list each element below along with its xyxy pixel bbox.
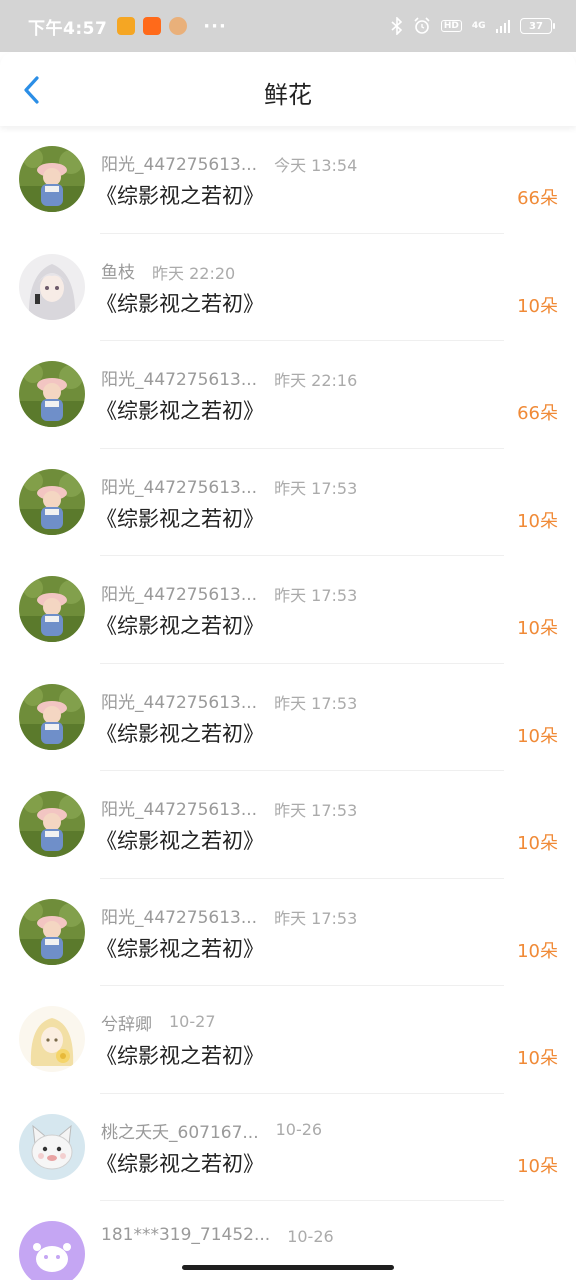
timestamp: 昨天 17:53 — [274, 586, 358, 605]
avatar[interactable] — [19, 1221, 85, 1280]
list-item[interactable]: 阳光_447275613... 昨天 17:53 《综影视之若初》 10朵 — [0, 664, 576, 771]
flower-count: 66朵 — [517, 403, 558, 424]
avatar[interactable] — [19, 468, 85, 535]
notification-app-icon — [117, 17, 136, 35]
network-type: 4G — [471, 20, 486, 31]
battery-icon: 37 — [520, 18, 555, 34]
flower-record-list: 阳光_447275613... 今天 13:54 《综影视之若初》 66朵 鱼枝 昨天 2… — [0, 126, 576, 1280]
list-item[interactable]: 阳光_447275613... 昨天 17:53 《综影视之若初》 10朵 — [0, 556, 576, 664]
book-title: 《综影视之若初》 — [96, 936, 264, 961]
more-notifications-icon: ··· — [203, 15, 227, 37]
timestamp: 10-27 — [169, 1012, 216, 1031]
user-name[interactable]: 阳光_447275613... — [101, 473, 257, 498]
user-name[interactable]: 阳光_447275613... — [101, 903, 257, 928]
status-time: 下午4:57 — [28, 18, 108, 39]
list-item[interactable]: 阳光_447275613... 昨天 17:53 《综影视之若初》 10朵 — [0, 771, 576, 879]
timestamp: 昨天 22:16 — [274, 371, 358, 390]
book-title: 《综影视之若初》 — [96, 1044, 264, 1068]
flower-count: 10朵 — [517, 1155, 558, 1177]
list-item[interactable]: 阳光_447275613... 昨天 22:16 《综影视之若初》 66朵 — [0, 341, 576, 449]
user-name[interactable]: 阳光_447275613... — [101, 580, 257, 605]
book-title: 《综影视之若初》 — [96, 829, 264, 853]
timestamp: 昨天 17:53 — [274, 908, 358, 928]
user-name[interactable]: 兮辞卿 — [101, 1010, 152, 1035]
timestamp: 昨天 17:53 — [274, 801, 358, 820]
timestamp: 今天 13:54 — [274, 156, 358, 175]
list-item[interactable]: 阳光_447275613... 昨天 17:53 《综影视之若初》 10朵 — [0, 449, 576, 556]
user-name[interactable]: 鱼枝 — [101, 258, 135, 283]
list-item[interactable]: 阳光_447275613... 昨天 17:53 《综影视之若初》 10朵 — [0, 879, 576, 986]
flower-count: 10朵 — [517, 725, 558, 747]
notification-app-icon — [143, 17, 162, 35]
page-title: 鲜花 — [264, 81, 312, 109]
avatar[interactable] — [19, 253, 85, 320]
timestamp: 昨天 17:53 — [274, 478, 358, 498]
alarm-icon — [413, 17, 431, 35]
user-name[interactable]: 桃之夭夭_607167... — [101, 1118, 259, 1143]
book-title: 《综影视之若初》 — [96, 614, 264, 638]
avatar[interactable] — [19, 683, 85, 750]
book-title: 《综影视之若初》 — [96, 1151, 264, 1176]
list-item[interactable]: 桃之夭夭_607167... 10-26 《综影视之若初》 10朵 — [0, 1094, 576, 1201]
flower-count: 10朵 — [517, 295, 558, 317]
flower-count: 10朵 — [517, 510, 558, 532]
timestamp: 昨天 17:53 — [274, 693, 358, 713]
home-indicator[interactable] — [182, 1265, 394, 1270]
user-name[interactable]: 阳光_447275613... — [101, 688, 257, 713]
list-item[interactable]: 阳光_447275613... 今天 13:54 《综影视之若初》 66朵 — [0, 126, 576, 234]
avatar[interactable] — [19, 898, 85, 965]
signal-icon — [495, 19, 510, 33]
flower-count: 10朵 — [517, 1048, 558, 1069]
book-title: 《综影视之若初》 — [96, 721, 264, 746]
status-icons: HD 4G 37 — [391, 17, 555, 35]
timestamp: 昨天 22:20 — [152, 263, 236, 283]
avatar[interactable] — [19, 146, 85, 212]
status-bar: 下午4:57 ··· HD 4G 37 — [0, 0, 576, 52]
avatar[interactable] — [19, 1006, 85, 1072]
timestamp: 10-26 — [275, 1119, 323, 1139]
user-name[interactable]: 阳光_447275613... — [101, 795, 257, 820]
user-name[interactable]: 阳光_447275613... — [101, 365, 257, 390]
timestamp: 10-26 — [287, 1227, 334, 1246]
book-title: 《综影视之若初》 — [96, 291, 264, 316]
avatar[interactable] — [19, 361, 85, 427]
avatar[interactable] — [19, 1113, 85, 1180]
avatar[interactable] — [19, 791, 85, 857]
bluetooth-icon — [391, 17, 403, 35]
user-name[interactable]: 181***319_71452... — [101, 1225, 270, 1245]
flower-count: 66朵 — [517, 188, 558, 209]
top-navigation-bar: 鲜花 — [0, 52, 576, 126]
list-item[interactable]: 鱼枝 昨天 22:20 《综影视之若初》 10朵 — [0, 234, 576, 341]
book-title: 《综影视之若初》 — [96, 399, 264, 423]
book-title: 《综影视之若初》 — [96, 506, 264, 531]
user-name[interactable]: 阳光_447275613... — [101, 150, 257, 175]
list-item[interactable]: 兮辞卿 10-27 《综影视之若初》 10朵 — [0, 986, 576, 1094]
avatar[interactable] — [19, 576, 85, 642]
flower-count: 10朵 — [517, 833, 558, 854]
flower-count: 10朵 — [517, 940, 558, 962]
book-title: 《综影视之若初》 — [96, 184, 264, 208]
notification-app-icon — [169, 17, 188, 35]
flower-count: 10朵 — [517, 618, 558, 639]
hd-icon: HD — [440, 20, 462, 32]
